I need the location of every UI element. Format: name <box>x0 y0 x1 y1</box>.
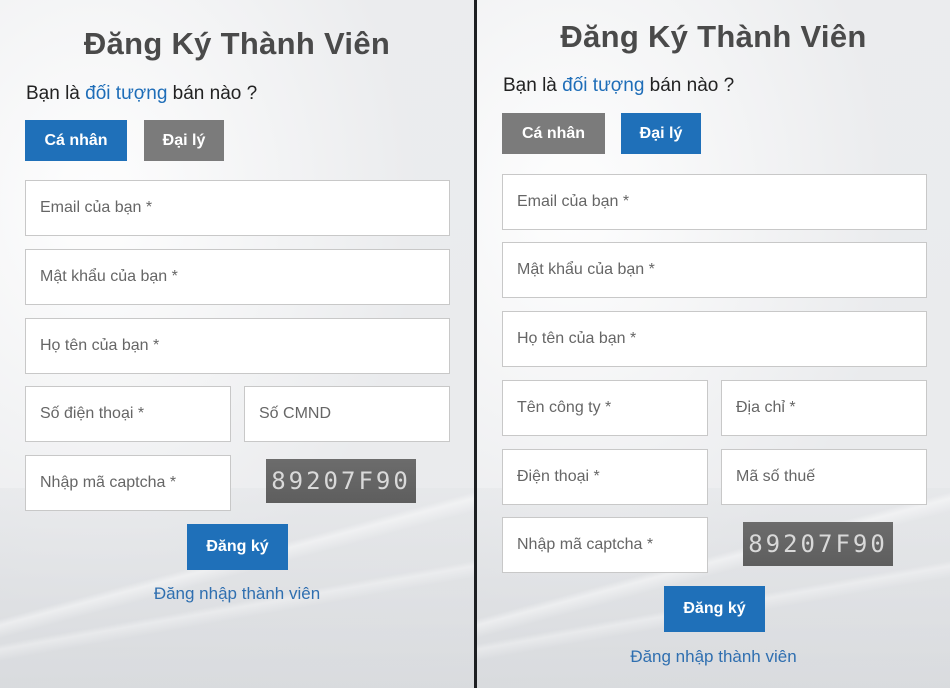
page-title: Đăng Ký Thành Viên <box>83 26 391 61</box>
member-login-link[interactable]: Đăng nhập thành viên <box>0 584 474 604</box>
question-prefix: Bạn là <box>26 83 86 104</box>
phone-field[interactable] <box>502 449 708 505</box>
registration-panel-personal: Đăng Ký Thành Viên Bạn là đối tượng bán … <box>0 0 474 688</box>
email-field[interactable] <box>25 180 450 236</box>
phone-field[interactable] <box>25 386 231 442</box>
user-type-question: Bạn là đối tượng bán nào ? <box>503 75 734 97</box>
id-card-field[interactable] <box>244 386 450 442</box>
page-title: Đăng Ký Thành Viên <box>560 19 867 54</box>
fullname-field[interactable] <box>25 318 450 374</box>
address-field[interactable] <box>721 380 927 436</box>
question-highlight: đối tượng <box>85 83 168 104</box>
question-suffix: bán nào ? <box>167 83 258 104</box>
personal-type-button[interactable]: Cá nhân <box>25 120 127 161</box>
agent-type-button[interactable]: Đại lý <box>621 113 701 154</box>
agent-type-button[interactable]: Đại lý <box>144 120 224 161</box>
question-suffix: bán nào ? <box>644 75 735 96</box>
email-field[interactable] <box>502 174 927 230</box>
register-submit-button[interactable]: Đăng ký <box>664 586 765 632</box>
captcha-input[interactable] <box>502 517 708 573</box>
user-type-question: Bạn là đối tượng bán nào ? <box>26 83 257 105</box>
question-prefix: Bạn là <box>503 75 563 96</box>
password-field[interactable] <box>25 249 450 305</box>
tax-code-field[interactable] <box>721 449 927 505</box>
registration-panel-agent: Đăng Ký Thành Viên Bạn là đối tượng bán … <box>477 0 950 688</box>
password-field[interactable] <box>502 242 927 298</box>
question-highlight: đối tượng <box>562 75 645 96</box>
captcha-image: 89207F90 <box>743 522 893 566</box>
fullname-field[interactable] <box>502 311 927 367</box>
company-field[interactable] <box>502 380 708 436</box>
member-login-link[interactable]: Đăng nhập thành viên <box>477 647 950 667</box>
register-submit-button[interactable]: Đăng ký <box>187 524 288 570</box>
personal-type-button[interactable]: Cá nhân <box>502 113 605 154</box>
captcha-image: 89207F90 <box>266 459 416 503</box>
captcha-input[interactable] <box>25 455 231 511</box>
